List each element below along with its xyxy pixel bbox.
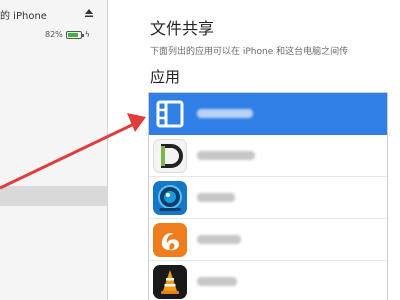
uc-browser-app-icon [153, 222, 187, 257]
camera-player-app-icon [153, 180, 187, 215]
battery-icon [65, 30, 84, 39]
app-row[interactable] [149, 135, 387, 177]
section-description: 下面列出的应用可以在 iPhone 和这台电脑之间传 [150, 47, 349, 57]
page-title: 文件共享 [150, 19, 215, 38]
app-row[interactable] [149, 177, 387, 219]
vlc-app-icon [153, 264, 187, 299]
documents-app-icon [153, 138, 187, 173]
eject-icon[interactable] [84, 8, 94, 18]
apps-heading: 应用 [150, 68, 181, 86]
app-list[interactable] [148, 92, 388, 300]
app-row[interactable] [149, 219, 387, 261]
main-panel: 文件共享 下面列出的应用可以在 iPhone 和这台电脑之间传 应用 [108, 0, 400, 300]
app-name-redacted [197, 235, 241, 244]
bolt-icon: ϟ [84, 30, 91, 39]
battery-status: 82% ϟ [45, 30, 90, 39]
app-name-redacted [197, 277, 237, 286]
app-name-redacted [197, 193, 235, 202]
device-name[interactable]: 的 iPhone [0, 7, 47, 22]
app-name-redacted [197, 109, 253, 118]
app-name-redacted [197, 151, 255, 160]
video-player-app-icon [153, 96, 187, 131]
sidebar: 的 iPhone 82% ϟ [0, 0, 108, 300]
sidebar-item-selected[interactable] [0, 186, 107, 206]
app-row[interactable] [149, 93, 387, 135]
battery-percent: 82% [45, 30, 63, 39]
app-row[interactable] [149, 261, 387, 300]
